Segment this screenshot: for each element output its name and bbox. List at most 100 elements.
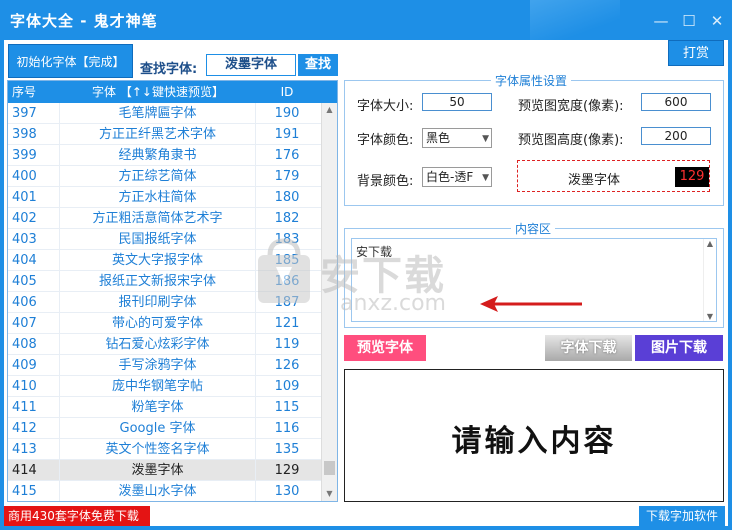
maximize-icon[interactable]: ☐ [680,12,698,30]
row-font-name: 手写涂鸦字体 [60,355,256,375]
scroll-down-icon[interactable]: ▼ [322,487,337,501]
font-preview-box: 泼墨字体 129 [517,160,710,192]
font-properties-title: 字体属性设置 [491,72,572,89]
preview-width-input[interactable]: 600 [641,93,711,111]
row-font-name: Google 字体 [60,418,256,438]
row-font-name: 方正水柱简体 [60,187,256,207]
row-font-name: 粉笔字体 [60,397,256,417]
row-number: 404 [8,250,60,270]
row-font-name: 报刊印刷字体 [60,292,256,312]
download-font-button[interactable]: 字体下载 [545,335,632,361]
row-number: 411 [8,397,60,417]
table-row[interactable]: 409 手写涂鸦字体 126 [8,355,337,376]
font-color-label: 字体颜色: [357,133,414,148]
textarea-scrollbar[interactable]: ▲ ▼ [703,239,716,321]
row-number: 405 [8,271,60,291]
preview-width-label: 预览图宽度(像素): [518,99,624,114]
row-font-name: 毛笔牌匾字体 [60,103,256,123]
column-header-font[interactable]: 字体 【↑↓键快速预览】 [60,81,256,103]
column-header-no[interactable]: 序号 [8,81,60,103]
row-number: 403 [8,229,60,249]
tip-button[interactable]: 打赏 [668,40,724,66]
row-number: 400 [8,166,60,186]
preview-font-button[interactable]: 预览字体 [344,335,426,361]
minimize-icon[interactable]: — [652,12,670,30]
table-row[interactable]: 402 方正粗活意简体艺术字 182 [8,208,337,229]
chevron-down-icon: ▼ [482,173,489,183]
search-input[interactable]: 泼墨字体 [206,54,296,76]
table-row[interactable]: 415 泼墨山水字体 130 [8,481,337,501]
table-row[interactable]: 408 钻石爱心炫彩字体 119 [8,334,337,355]
scroll-down-icon[interactable]: ▼ [704,312,716,321]
row-font-name: 庞中华钢笔字帖 [60,376,256,396]
row-font-name: 英文个性签名字体 [60,439,256,459]
scroll-up-icon[interactable]: ▲ [322,103,337,117]
table-row[interactable]: 411 粉笔字体 115 [8,397,337,418]
commercial-fonts-link[interactable]: 商用430套字体免费下载 [4,506,150,526]
search-label: 查找字体: [140,62,198,77]
watermark: 安下载 anxz.com [254,235,446,316]
row-font-id: 126 [274,358,300,373]
scroll-up-icon[interactable]: ▲ [704,239,716,248]
bg-color-select[interactable]: 白色-透F ▼ [422,167,492,187]
row-font-id: 191 [274,127,300,142]
table-row[interactable]: 398 方正正纤黑艺术字体 191 [8,124,337,145]
row-number: 414 [8,460,60,480]
row-font-id: 179 [274,169,300,184]
watermark-en: anxz.com [340,291,446,316]
title-bar-decoration [530,0,620,42]
table-header: 序号 字体 【↑↓键快速预览】 ID [8,81,337,103]
main-panel: 初始化字体【完成】 查找字体: 泼墨字体 查找 打赏 序号 字体 【↑↓键快速预… [4,40,728,526]
row-font-name: 方正综艺简体 [60,166,256,186]
row-number: 409 [8,355,60,375]
table-row[interactable]: 401 方正水柱简体 180 [8,187,337,208]
preview-height-input[interactable]: 200 [641,127,711,145]
red-arrow-annotation [480,296,582,312]
font-preview-id: 129 [675,167,709,187]
table-row[interactable]: 412 Google 字体 116 [8,418,337,439]
row-font-id: 176 [274,148,300,163]
row-font-id: 130 [274,484,300,499]
search-button[interactable]: 查找 [298,54,338,76]
bg-color-label: 背景颜色: [357,174,414,189]
table-row[interactable]: 410 庞中华钢笔字帖 109 [8,376,337,397]
table-row[interactable]: 399 经典繁角隶书 176 [8,145,337,166]
row-font-id: 121 [274,316,300,331]
row-font-name: 泼墨字体 [60,460,256,480]
row-number: 401 [8,187,60,207]
row-font-id: 119 [274,337,300,352]
scroll-thumb[interactable] [324,461,335,475]
table-row[interactable]: 414 泼墨字体 129 [8,460,337,481]
row-font-id: 115 [274,400,300,415]
row-font-name: 民国报纸字体 [60,229,256,249]
row-number: 412 [8,418,60,438]
font-size-input[interactable]: 50 [422,93,492,111]
font-size-label: 字体大小: [357,99,414,114]
row-font-id: 180 [274,190,300,205]
row-font-name: 经典繁角隶书 [60,145,256,165]
table-row[interactable]: 397 毛笔牌匾字体 190 [8,103,337,124]
table-row[interactable]: 400 方正综艺简体 179 [8,166,337,187]
preview-canvas-text: 请输入内容 [451,424,617,459]
row-number: 399 [8,145,60,165]
column-header-id[interactable]: ID [256,81,318,103]
table-scrollbar[interactable]: ▲ ▼ [321,103,337,501]
init-fonts-button[interactable]: 初始化字体【完成】 [8,44,133,78]
row-number: 415 [8,481,60,501]
close-icon[interactable]: ✕ [708,12,726,30]
download-image-button[interactable]: 图片下载 [635,335,723,361]
bg-color-value: 白色-透F [426,170,474,184]
app-title: 字体大全 - 鬼才神笔 [10,12,158,30]
row-font-name: 泼墨山水字体 [60,481,256,501]
row-font-id: 129 [274,463,300,478]
download-software-link[interactable]: 下载字加软件 [639,506,725,526]
table-row[interactable]: 407 带心的可爱字体 121 [8,313,337,334]
row-number: 407 [8,313,60,333]
table-row[interactable]: 413 英文个性签名字体 135 [8,439,337,460]
row-font-name: 报纸正文新报宋字体 [60,271,256,291]
font-color-select[interactable]: 黑色 ▼ [422,128,492,148]
window-controls: — ☐ ✕ [652,12,726,30]
row-number: 406 [8,292,60,312]
row-number: 402 [8,208,60,228]
row-font-name: 钻石爱心炫彩字体 [60,334,256,354]
